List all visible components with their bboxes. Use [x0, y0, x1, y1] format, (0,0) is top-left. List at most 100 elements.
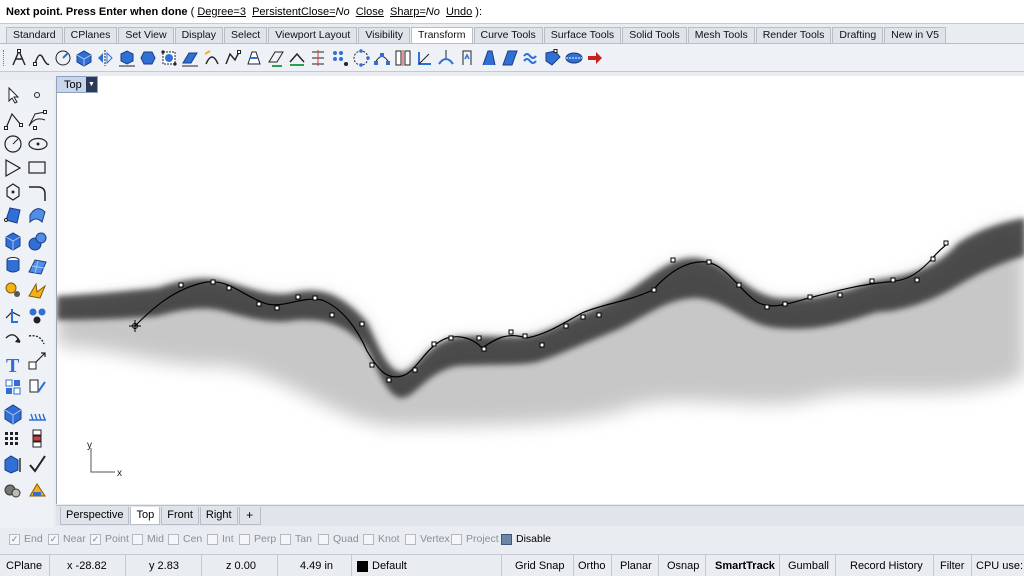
osnap-mid-checkbox[interactable] [132, 533, 143, 545]
block-icon[interactable] [5, 379, 21, 395]
text-icon[interactable]: T [6, 355, 20, 377]
tab-transform[interactable]: Transform [411, 27, 473, 43]
tab-surface-tools[interactable]: Surface Tools [543, 27, 622, 43]
grid-snap-button[interactable]: Grid Snap [502, 555, 574, 576]
status-cplane[interactable]: CPlane [0, 555, 50, 576]
ortho-button[interactable]: Ortho [574, 555, 612, 576]
viewport-top[interactable]: y x [56, 76, 1024, 504]
tab-mesh-tools[interactable]: Mesh Tools [687, 27, 755, 43]
osnap-disable-checkbox[interactable] [501, 533, 512, 545]
select-arrow-icon[interactable] [8, 86, 20, 104]
osnap-tan-checkbox[interactable] [280, 533, 291, 545]
surface-from-points-icon[interactable] [4, 207, 21, 224]
rotate-curve-icon[interactable] [5, 334, 21, 343]
sphere-solid-icon[interactable] [28, 232, 47, 251]
polyline-icon[interactable] [4, 112, 23, 130]
taper-icon[interactable] [244, 48, 264, 68]
scale-icon[interactable] [117, 48, 137, 68]
cage-edit-icon[interactable] [521, 48, 541, 68]
osnap-vertex[interactable]: Vertex [405, 533, 450, 545]
cylinder-solid-icon[interactable] [6, 257, 20, 273]
planar-button[interactable]: Planar [612, 555, 659, 576]
properties-icon[interactable] [32, 429, 42, 448]
osnap-disable[interactable]: Disable [501, 533, 551, 545]
osnap-cen-checkbox[interactable] [168, 533, 179, 545]
osnap-quad-checkbox[interactable] [318, 533, 329, 545]
record-history-button[interactable]: Record History [836, 555, 934, 576]
gumball-button[interactable]: Gumball [780, 555, 836, 576]
tab-drafting[interactable]: Drafting [832, 27, 884, 43]
control-point-curve-icon[interactable] [28, 110, 47, 130]
scale-2d-icon[interactable] [159, 48, 179, 68]
osnap-knot[interactable]: Knot [363, 533, 400, 545]
toolbar-grip[interactable] [3, 50, 6, 66]
ellipse-icon[interactable] [28, 137, 48, 151]
tab-display[interactable]: Display [174, 27, 224, 43]
pull-icon[interactable] [457, 48, 477, 68]
viewport-tab-right[interactable]: Right [199, 507, 238, 525]
orient-icon[interactable] [308, 48, 328, 68]
osnap-end-checkbox[interactable]: ✓ [9, 533, 20, 545]
splop-icon[interactable] [479, 48, 499, 68]
group-icon[interactable] [29, 308, 46, 324]
tab-visibility[interactable]: Visibility [358, 27, 411, 43]
chevron-down-icon[interactable]: ▼ [86, 77, 97, 92]
rotate-icon[interactable] [53, 48, 73, 68]
osnap-perp-checkbox[interactable] [239, 533, 250, 545]
copy-icon[interactable] [31, 48, 51, 68]
polygon-icon[interactable] [5, 158, 22, 178]
osnap-point[interactable]: ✓ Point [90, 533, 129, 545]
rectangle-icon[interactable] [28, 161, 46, 174]
smarttrack-button[interactable]: SmartTrack [706, 555, 780, 576]
osnap-mid[interactable]: Mid [132, 533, 164, 545]
tab-solid-tools[interactable]: Solid Tools [622, 27, 687, 43]
tab-curve-tools[interactable]: Curve Tools [473, 27, 543, 43]
option-undo[interactable]: Undo [446, 6, 472, 18]
dimension-icon[interactable] [28, 282, 47, 299]
tab-new-in-v5[interactable]: New in V5 [884, 27, 947, 43]
option-sharp[interactable]: Sharp= [390, 6, 426, 18]
tab-standard[interactable]: Standard [6, 27, 63, 43]
array-curve-icon[interactable] [372, 48, 392, 68]
status-layer[interactable]: Default [352, 555, 502, 576]
tab-select[interactable]: Select [224, 27, 268, 43]
tab-set-view[interactable]: Set View [118, 27, 174, 43]
add-viewport-icon[interactable]: + [238, 507, 261, 525]
osnap-near-checkbox[interactable]: ✓ [48, 533, 59, 545]
option-close[interactable]: Close [356, 6, 384, 18]
rotate-3d-icon[interactable] [74, 48, 94, 68]
check-icon[interactable] [29, 455, 46, 473]
explode-icon[interactable] [4, 455, 21, 474]
flow-surface-icon[interactable] [543, 48, 563, 68]
osnap-perp[interactable]: Perp [239, 533, 276, 545]
array-icon[interactable] [330, 48, 350, 68]
osnap-int-checkbox[interactable] [207, 533, 218, 545]
blend-curve-icon[interactable] [28, 334, 45, 345]
osnap-quad[interactable]: Quad [318, 533, 359, 545]
array-polar-icon[interactable] [351, 48, 371, 68]
hatch-icon[interactable] [29, 413, 46, 421]
option-degree[interactable]: Degree=3 [197, 6, 246, 18]
filter-button[interactable]: Filter [934, 555, 972, 576]
set-points-icon[interactable] [415, 48, 435, 68]
polygon-center-icon[interactable] [6, 183, 20, 201]
tab-cplanes[interactable]: CPlanes [63, 27, 118, 43]
scale-arrow-icon[interactable] [28, 352, 46, 370]
arrow-right-icon[interactable] [585, 48, 605, 68]
viewport-title[interactable]: Top ▼ [56, 76, 98, 93]
solid-box-blue-icon[interactable] [4, 404, 22, 425]
viewport-tab-front[interactable]: Front [161, 507, 199, 525]
fillet-curve-icon[interactable] [29, 186, 46, 201]
tab-viewport-layout[interactable]: Viewport Layout [268, 27, 358, 43]
maelstrom-icon[interactable] [564, 48, 584, 68]
viewport-canvas[interactable]: y x [57, 76, 1024, 504]
move-object-icon[interactable] [29, 379, 46, 393]
shade-icon[interactable] [4, 484, 21, 498]
flow-icon[interactable] [266, 48, 286, 68]
grid-icon[interactable] [5, 432, 18, 445]
osnap-project[interactable]: Project [451, 533, 499, 545]
osnap-knot-checkbox[interactable] [363, 533, 374, 545]
surface-tools-icon[interactable] [29, 208, 46, 224]
bend-icon[interactable] [223, 48, 243, 68]
smash-icon[interactable] [287, 48, 307, 68]
